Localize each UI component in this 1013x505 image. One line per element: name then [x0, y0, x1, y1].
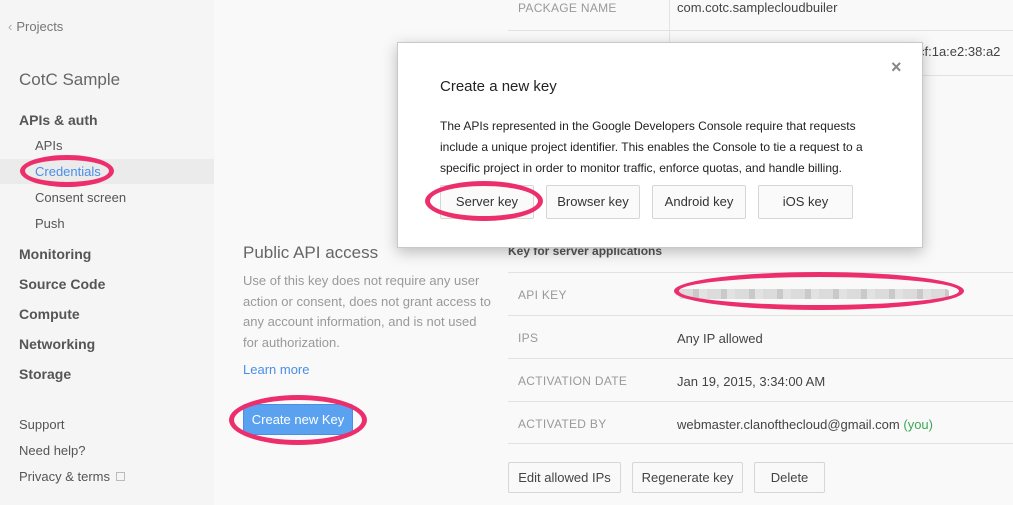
nav-section-source-code[interactable]: Source Code	[19, 276, 105, 292]
regenerate-key-button[interactable]: Regenerate key	[632, 462, 743, 493]
table-row: PACKAGE NAME com.cotc.samplecloudbuiler	[508, 0, 1013, 30]
create-new-key-button[interactable]: Create new Key	[243, 404, 353, 435]
public-api-access-title: Public API access	[243, 243, 379, 262]
nav-section-monitoring[interactable]: Monitoring	[19, 246, 91, 262]
nav-section-compute[interactable]: Compute	[19, 306, 80, 322]
back-label: Projects	[16, 19, 64, 34]
table-row: IPS Any IP allowed	[508, 315, 1013, 358]
nav-section-networking[interactable]: Networking	[19, 336, 95, 352]
ios-key-button[interactable]: iOS key	[758, 185, 853, 219]
row-value: Jan 19, 2015, 3:34:00 AM	[677, 374, 826, 389]
dialog-title: Create a new key	[440, 78, 557, 95]
sidebar-item-consent-screen[interactable]: Consent screen	[35, 190, 126, 205]
row-label: API KEY	[518, 288, 567, 302]
row-value: webmaster.clanofthecloud@gmail.com (you)	[677, 417, 933, 432]
activated-by-email: webmaster.clanofthecloud@gmail.com	[677, 417, 900, 432]
row-value: Any IP allowed	[677, 331, 763, 346]
footer-privacy-terms-link[interactable]: Privacy & terms	[19, 469, 126, 484]
sidebar-item-push[interactable]: Push	[35, 216, 65, 231]
table-row: ACTIVATION DATE Jan 19, 2015, 3:34:00 AM	[508, 358, 1013, 401]
delete-key-button[interactable]: Delete	[754, 462, 825, 493]
project-name: CotC Sample	[19, 70, 121, 89]
api-key-value-blurred[interactable]	[679, 289, 949, 299]
sidebar-item-apis[interactable]: APIs	[35, 138, 62, 153]
browser-key-button[interactable]: Browser key	[546, 185, 640, 219]
back-to-projects-link[interactable]: ‹ Projects	[8, 19, 63, 34]
close-icon[interactable]: ×	[891, 57, 902, 78]
row-label: ACTIVATION DATE	[518, 374, 628, 388]
row-value: cf:1a:e2:38:a2	[918, 44, 1001, 59]
sidebar: ‹ Projects CotC Sample APIs & auth APIs C…	[0, 0, 214, 505]
row-label: ACTIVATED BY	[518, 417, 607, 431]
public-api-access-description: Use of this key does not require any use…	[243, 273, 491, 350]
nav-section-storage[interactable]: Storage	[19, 366, 71, 382]
row-value: com.cotc.samplecloudbuiler	[677, 0, 838, 15]
row-label: IPS	[518, 331, 539, 345]
nav-active-highlight	[0, 159, 214, 184]
footer-need-help-link[interactable]: Need help?	[19, 443, 86, 458]
footer-support-link[interactable]: Support	[19, 417, 65, 432]
table-row: ACTIVATED BY webmaster.clanofthecloud@gm…	[508, 401, 1013, 444]
privacy-terms-label: Privacy & terms	[19, 469, 111, 484]
server-key-button[interactable]: Server key	[440, 185, 534, 219]
learn-more-link[interactable]: Learn more	[243, 362, 309, 377]
dialog-description: The APIs represented in the Google Devel…	[440, 119, 863, 175]
row-label: PACKAGE NAME	[518, 1, 617, 15]
create-key-dialog: Create a new key × The APIs represented …	[397, 42, 923, 248]
sidebar-item-credentials[interactable]: Credentials	[35, 164, 101, 179]
nav-section-apis-auth[interactable]: APIs & auth	[19, 112, 98, 128]
you-indicator: (you)	[903, 417, 933, 432]
chevron-left-icon: ‹	[8, 19, 13, 34]
android-key-button[interactable]: Android key	[652, 185, 746, 219]
edit-allowed-ips-button[interactable]: Edit allowed IPs	[508, 462, 621, 493]
external-link-icon	[116, 472, 126, 481]
